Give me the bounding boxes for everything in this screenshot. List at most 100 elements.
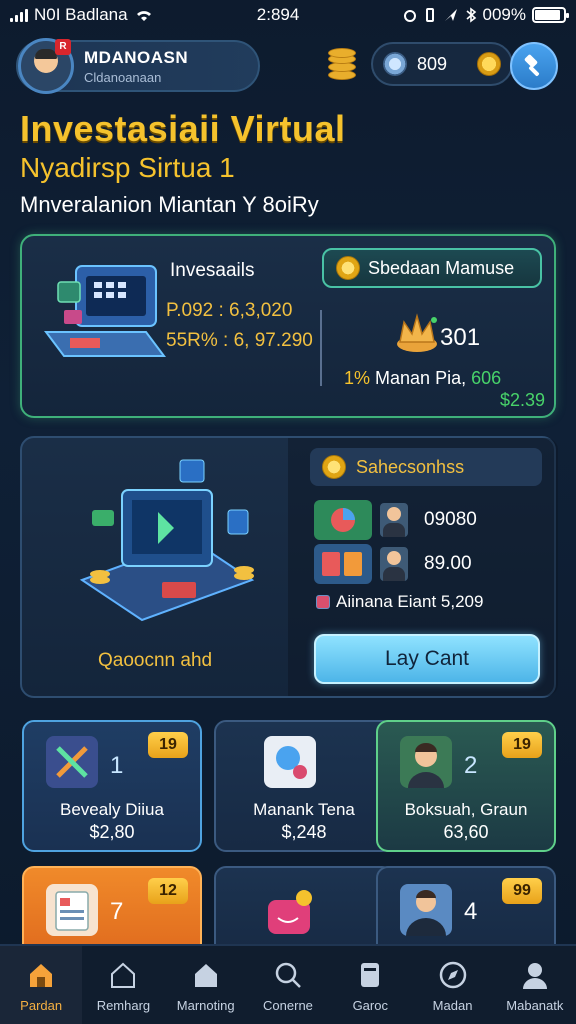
nav-item-2[interactable]: Remharg xyxy=(82,946,164,1024)
card-icon xyxy=(361,963,380,987)
avatar[interactable]: R xyxy=(18,38,74,94)
asset-tile-2[interactable]: Manank Tena $,248 xyxy=(214,720,394,852)
person-icon xyxy=(400,736,452,788)
stat-button[interactable]: Sbedaan Mamuse xyxy=(322,248,542,288)
select-bar-label: Sahecsonhss xyxy=(356,456,465,477)
hammer-icon xyxy=(524,54,540,77)
carrier-label: N0I Badlana xyxy=(34,5,128,24)
signal-icon xyxy=(10,8,28,22)
laptop-illustration xyxy=(44,265,166,357)
title-block: Investasiaii Virtual Nyadirsp Sirtua 1 M… xyxy=(20,108,560,218)
bluetooth-icon xyxy=(465,7,476,23)
nav-label: Conerne xyxy=(263,998,313,1013)
house-outline-icon xyxy=(111,962,136,988)
home-icon xyxy=(30,964,53,987)
tools-icon xyxy=(46,736,98,788)
profile-text: MDANOASN Cldanoanaan xyxy=(84,48,188,85)
holding-value-2: 89.00 xyxy=(424,553,472,574)
nav-label: Remharg xyxy=(96,998,151,1013)
profile-name: MDANOASN xyxy=(84,47,189,67)
tile-badge: 19 xyxy=(148,732,188,758)
avatar-badge: R xyxy=(55,39,71,55)
select-bar[interactable]: Sahecsonhss xyxy=(310,448,542,486)
nav-item-home[interactable]: Pardan xyxy=(0,946,83,1024)
mini-line: Aiinana Eiant 5,209 xyxy=(316,592,483,612)
holding-value-1: 09080 xyxy=(424,509,477,530)
wallet-icon xyxy=(264,888,316,940)
nav-item-compass[interactable]: Madan xyxy=(411,946,493,1024)
header: R MDANOASN Cldanoanaan 809 xyxy=(16,36,560,96)
nav-label: Pardan xyxy=(20,998,63,1013)
asset-tile-3[interactable]: 19 2 Boksuah, Graun 63,60 xyxy=(376,720,556,852)
tile-count: 2 xyxy=(464,752,478,779)
nav-label: Marnoting xyxy=(176,998,235,1013)
cta-button[interactable]: Lay Cant xyxy=(314,634,540,684)
coin-icon xyxy=(322,455,346,479)
profile-icon xyxy=(522,963,547,989)
holding-row-2[interactable]: 89.00 xyxy=(314,544,472,584)
currency-pill[interactable]: 809 xyxy=(371,42,513,86)
gain-pct: 1% xyxy=(344,368,371,388)
page-subtitle: Nyadirsp Sirtua 1 xyxy=(20,152,235,183)
tile-count: 1 xyxy=(110,752,124,779)
businessman-icon xyxy=(400,884,452,936)
asset-tile-5[interactable] xyxy=(214,866,394,956)
mini-chip-icon xyxy=(316,595,330,609)
divider xyxy=(320,310,322,386)
tile-count: 7 xyxy=(110,898,124,925)
tile-price: $2,80 xyxy=(89,822,135,842)
cards-app-icon xyxy=(314,544,372,584)
profile-subtitle: Cldanoanaan xyxy=(84,69,162,85)
page-title: Investasiaii Virtual xyxy=(20,108,346,149)
nav-item-card[interactable]: Garoc xyxy=(329,946,411,1024)
asset-tile-6[interactable]: 99 4 xyxy=(376,866,556,956)
tile-badge: 99 xyxy=(502,878,542,904)
alarm-icon xyxy=(403,10,416,22)
asset-tile-1[interactable]: 19 1 Bevealy Diiua $2,80 xyxy=(22,720,202,852)
tile-name: Manank Tena xyxy=(253,800,355,819)
workstation-illustration xyxy=(79,459,255,622)
search-icon xyxy=(275,962,301,988)
tile-name: Bevealy Diiua xyxy=(60,800,164,819)
hammer-button[interactable] xyxy=(510,42,558,90)
illustration-caption: Qaoocnn ahd xyxy=(98,650,213,671)
investment-line-2: 55R% : 6, 97.290 xyxy=(166,330,313,351)
status-left: N0I Badlana xyxy=(10,5,154,25)
wifi-icon xyxy=(136,11,151,21)
magnifier-icon xyxy=(264,736,316,788)
document-icon xyxy=(46,884,98,936)
investment-title: Invesaails xyxy=(170,260,255,281)
coin-stack-icon[interactable] xyxy=(328,48,358,80)
gain-line: 1% Manan Pia, 606 xyxy=(344,368,501,389)
nav-item-3[interactable]: Marnoting xyxy=(165,946,247,1024)
house-filled-icon xyxy=(194,964,217,987)
battery-percent: 009% xyxy=(482,5,526,24)
nav-item-profile[interactable]: Mabanatk xyxy=(494,946,576,1024)
page-description: Mnveralanion Miantan Y 8oiRy xyxy=(20,192,319,217)
crown-value: 301 xyxy=(440,324,481,351)
investment-card[interactable]: Invesaails P.092 : 6,3,020 55R% : 6, 97.… xyxy=(20,234,556,418)
person-avatar xyxy=(380,547,408,581)
compass-icon xyxy=(439,961,466,989)
battery-icon xyxy=(531,7,569,23)
currency-value: 809 xyxy=(417,53,448,74)
tile-price: 63,60 xyxy=(443,822,489,842)
gem-icon xyxy=(383,52,407,76)
holdings-card[interactable]: Qaoocnn ahd Sahecsonhss 09080 89.00 Aiin… xyxy=(20,436,558,698)
person-avatar xyxy=(380,503,408,537)
nav-item-search[interactable]: Conerne xyxy=(247,946,329,1024)
coin-icon xyxy=(336,256,360,280)
vibrate-icon xyxy=(425,8,434,22)
gold-coin-icon xyxy=(477,52,501,76)
tile-badge: 12 xyxy=(148,878,188,904)
holding-row-1[interactable]: 09080 xyxy=(314,500,477,540)
tile-price: $,248 xyxy=(281,822,327,842)
profile-pill[interactable]: R MDANOASN Cldanoanaan xyxy=(16,38,260,94)
crown-icon xyxy=(397,313,437,352)
asset-tile-4[interactable]: 12 7 xyxy=(22,866,202,956)
stat-button-label: Sbedaan Mamuse xyxy=(368,257,515,278)
chart-app-icon xyxy=(314,500,372,540)
clock: 2:894 xyxy=(256,5,300,24)
investment-line-1: P.092 : 6,3,020 xyxy=(166,300,293,321)
avatar-hair xyxy=(35,49,57,59)
